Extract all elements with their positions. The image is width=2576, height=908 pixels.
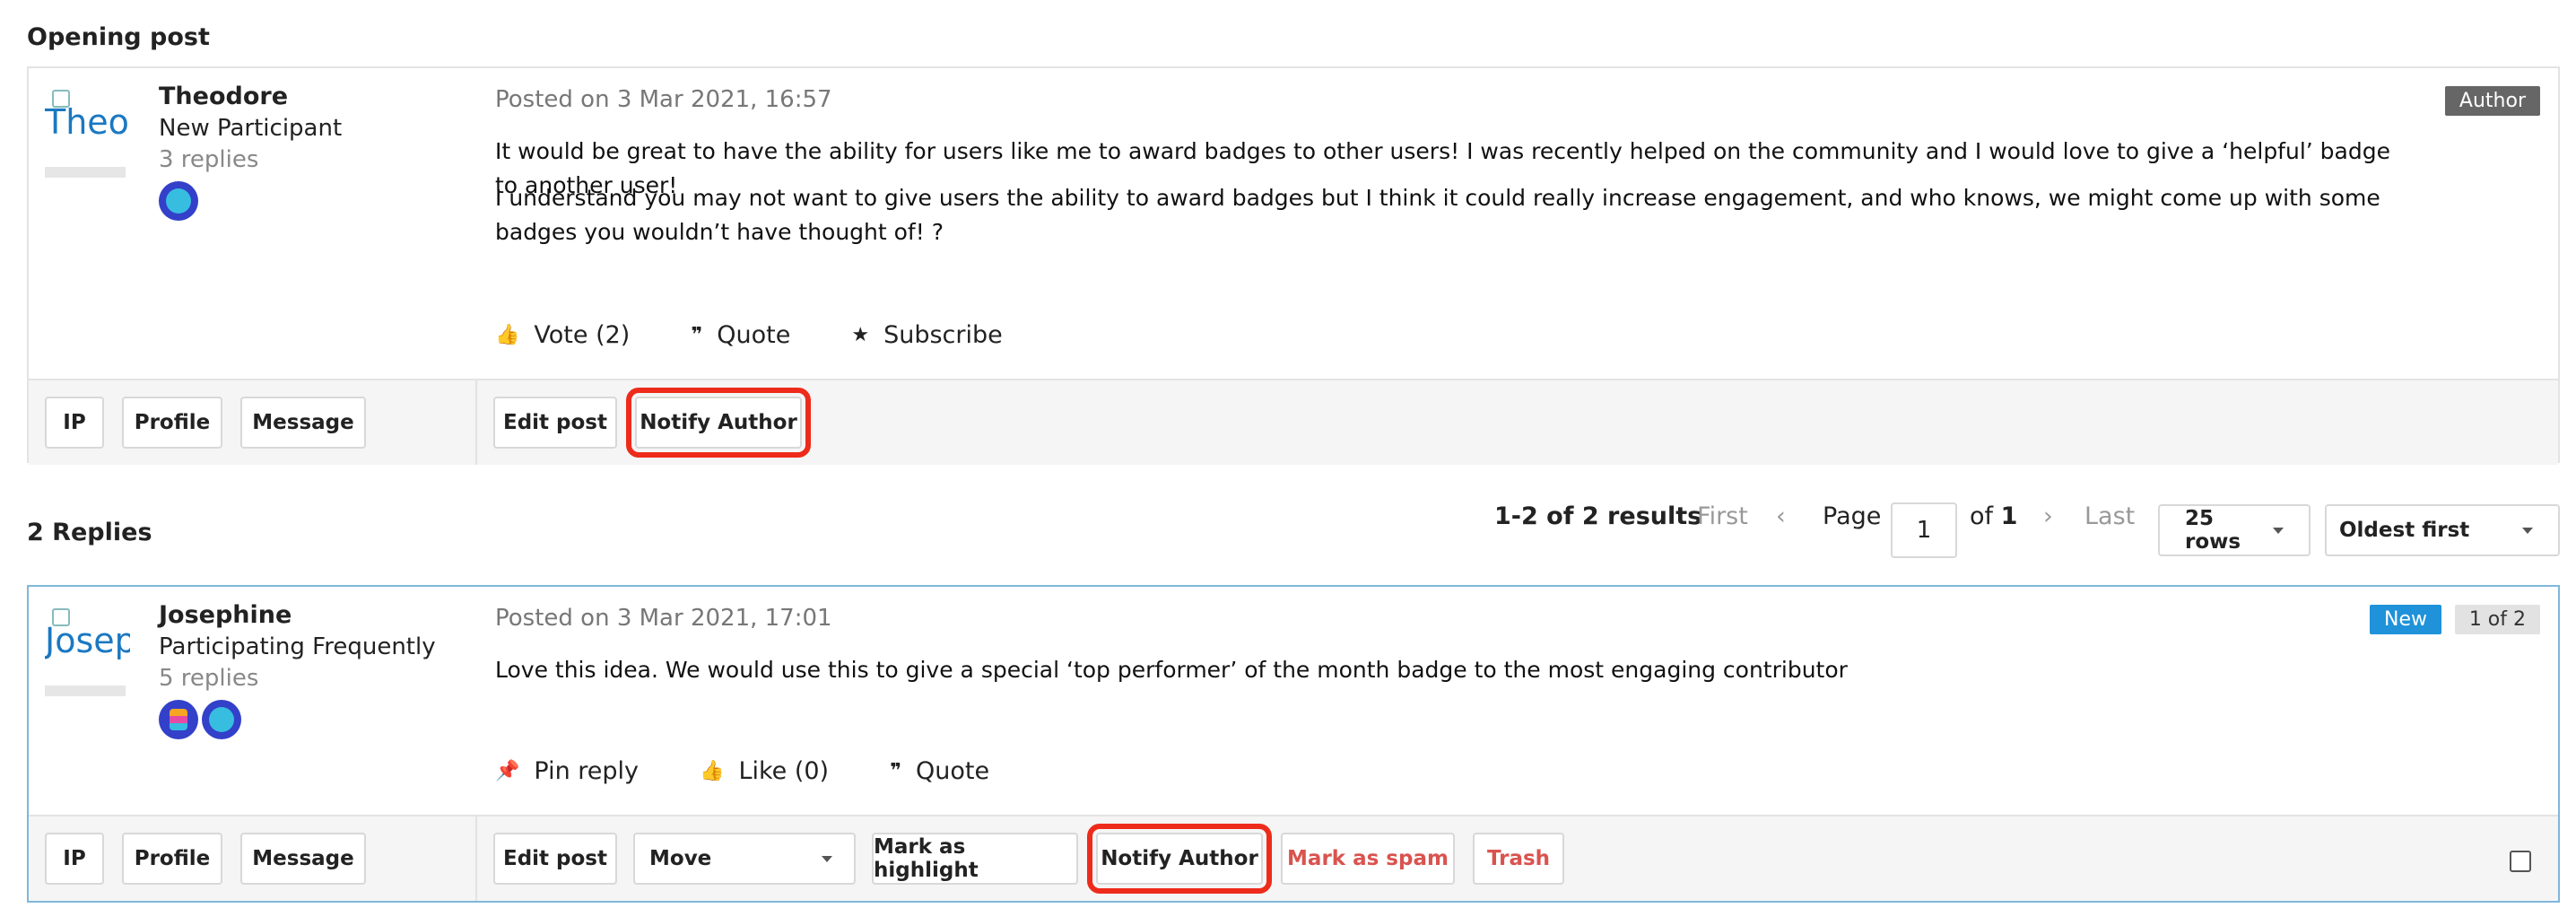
opening-post: Theodore Theodore New Participant 3 repl…: [27, 66, 2560, 465]
count-tag: 1 of 2: [2454, 605, 2540, 634]
author-replies: 3 replies: [159, 146, 259, 173]
first-page-link[interactable]: First: [1697, 502, 1748, 530]
chevron-down-icon: [2522, 527, 2533, 534]
thumbs-up-icon: 👍: [700, 760, 725, 782]
prev-page-icon[interactable]: ‹: [1776, 502, 1786, 530]
quote-action[interactable]: ❞ Quote: [691, 321, 790, 349]
mark-as-spam-button[interactable]: Mark as spam: [1281, 833, 1455, 885]
total-pages: 1: [2000, 502, 2018, 530]
profile-button[interactable]: Profile: [122, 833, 222, 885]
profile-button[interactable]: Profile: [122, 397, 222, 449]
lightbulb-badge-icon: [159, 181, 198, 221]
page-input[interactable]: 1: [1891, 502, 1957, 558]
thumbs-up-icon: 👍: [495, 324, 520, 346]
reply-actions: 📌 Pin reply 👍 Like (0) ❞ Quote: [495, 757, 1050, 785]
author-replies: 5 replies: [159, 665, 259, 692]
reply-post: Josephine Josephine Participating Freque…: [27, 585, 2560, 903]
quote-icon: ❞: [890, 760, 902, 782]
badges: [159, 700, 245, 739]
post-footer: IP Profile Message Edit post Notify Auth…: [29, 379, 2558, 465]
sort-select[interactable]: Oldest first: [2325, 504, 2560, 556]
last-page-link[interactable]: Last: [2084, 502, 2135, 530]
results-count: 1-2 of 2 results: [1494, 502, 1702, 530]
edit-post-button[interactable]: Edit post: [493, 397, 617, 449]
message-button[interactable]: Message: [240, 833, 366, 885]
subscribe-action[interactable]: ★ Subscribe: [851, 321, 1002, 349]
author-tag: Author: [2444, 86, 2540, 116]
replies-heading: 2 Replies: [27, 519, 152, 546]
pin-icon: 📌: [495, 760, 520, 782]
page-label: Page: [1823, 502, 1882, 530]
author-name[interactable]: Josephine: [159, 601, 292, 629]
move-select[interactable]: Move: [633, 833, 856, 885]
opening-post-heading: Opening post: [27, 23, 210, 51]
reply-text: Love this idea. We would use this to giv…: [495, 657, 1848, 683]
star-icon: ★: [851, 324, 870, 346]
pin-reply-action[interactable]: 📌 Pin reply: [495, 757, 639, 785]
pagination: 1-2 of 2 results: [1494, 502, 1701, 530]
next-page-icon[interactable]: ›: [2043, 502, 2053, 530]
author-name[interactable]: Theodore: [159, 83, 288, 110]
post-text-2: I understand you may not want to give us…: [495, 185, 2380, 245]
chevron-down-icon: [2273, 527, 2284, 534]
mark-as-highlight-button[interactable]: Mark as highlight: [872, 833, 1078, 885]
ip-button[interactable]: IP: [45, 833, 104, 885]
message-button[interactable]: Message: [240, 397, 366, 449]
badges: [159, 181, 202, 221]
select-checkbox[interactable]: [2510, 851, 2531, 872]
new-tag: New: [2370, 605, 2441, 634]
notify-author-button[interactable]: Notify Author: [1087, 824, 1272, 894]
quote-icon: ❞: [691, 324, 703, 346]
vote-action[interactable]: 👍 Vote (2): [495, 321, 630, 349]
of-label: of: [1970, 502, 1994, 530]
chevron-down-icon: [822, 855, 832, 862]
reply-footer: IP Profile Message Edit post Move Mark a…: [29, 815, 2558, 901]
author-rank: Participating Frequently: [159, 633, 436, 660]
ip-button[interactable]: IP: [45, 397, 104, 449]
lightbulb-badge-icon: [202, 700, 241, 739]
avatar[interactable]: Theodore: [45, 88, 130, 178]
post-actions: 👍 Vote (2) ❞ Quote ★ Subscribe: [495, 321, 1064, 349]
rows-select[interactable]: 25 rows: [2158, 504, 2311, 556]
avatar[interactable]: Josephine: [45, 607, 130, 696]
post-date: Posted on 3 Mar 2021, 16:57: [495, 86, 832, 113]
quote-action[interactable]: ❞ Quote: [890, 757, 989, 785]
edit-post-button[interactable]: Edit post: [493, 833, 617, 885]
like-action[interactable]: 👍 Like (0): [700, 757, 829, 785]
notify-author-button[interactable]: Notify Author: [626, 388, 811, 458]
post-date: Posted on 3 Mar 2021, 17:01: [495, 605, 832, 632]
trash-button[interactable]: Trash: [1473, 833, 1564, 885]
author-rank: New Participant: [159, 115, 343, 142]
list-badge-icon: [159, 700, 198, 739]
